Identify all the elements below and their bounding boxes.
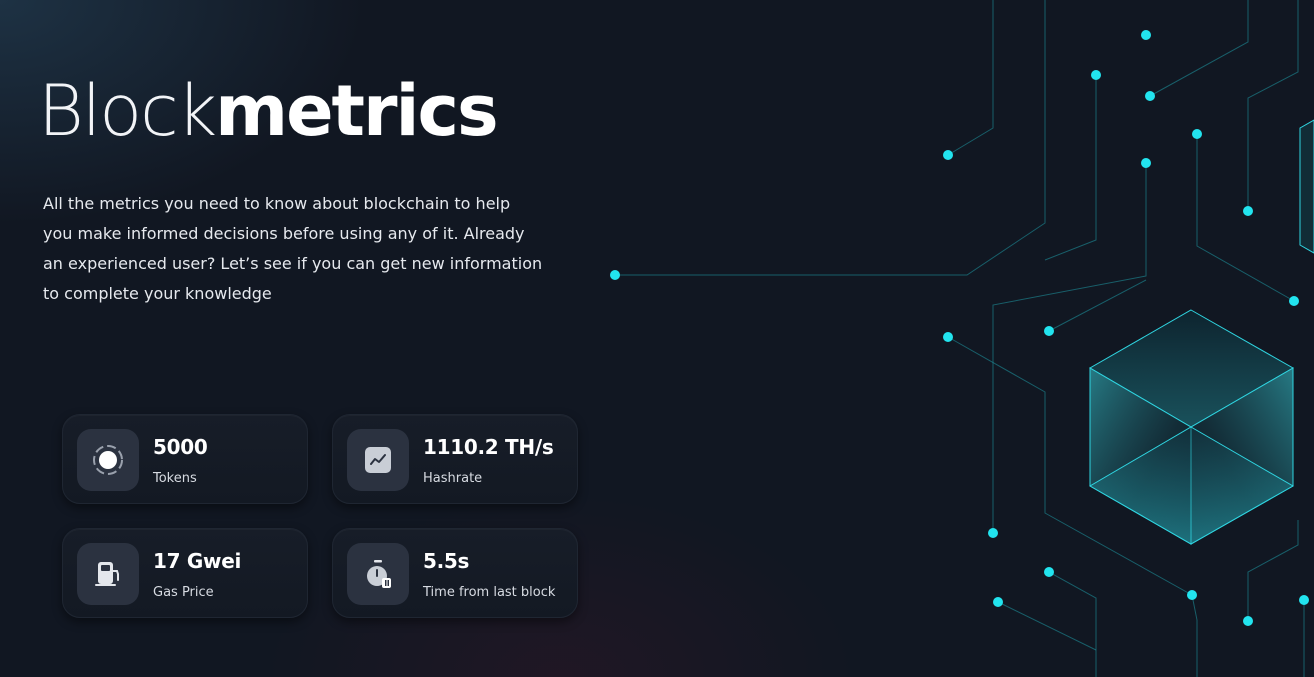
metric-label: Time from last block: [423, 585, 556, 600]
cube-icon: [1089, 309, 1295, 545]
metric-label: Hashrate: [423, 471, 483, 486]
title-bold: metrics: [215, 70, 499, 152]
metric-value: 5000: [153, 435, 208, 459]
stopwatch-icon: [347, 543, 409, 605]
metric-card-hashrate: 1110.2 TH/s Hashrate: [332, 414, 578, 504]
metric-value: 1110.2 TH/s: [423, 435, 554, 459]
metric-card-tokens: 5000 Tokens: [62, 414, 308, 504]
gas-pump-icon: [77, 543, 139, 605]
title-light: Block: [38, 70, 217, 152]
tokens-icon: [77, 429, 139, 491]
page-title: Blockmetrics: [38, 66, 499, 156]
metric-card-time-from-last-block: 5.5s Time from last block: [332, 528, 578, 618]
hero-description: All the metrics you need to know about b…: [43, 194, 543, 303]
metric-card-gas-price: 17 Gwei Gas Price: [62, 528, 308, 618]
metric-label: Tokens: [153, 471, 197, 486]
metric-value: 5.5s: [423, 549, 470, 573]
metric-label: Gas Price: [153, 585, 214, 600]
hashrate-chart-icon: [347, 429, 409, 491]
metric-value: 17 Gwei: [153, 549, 242, 573]
